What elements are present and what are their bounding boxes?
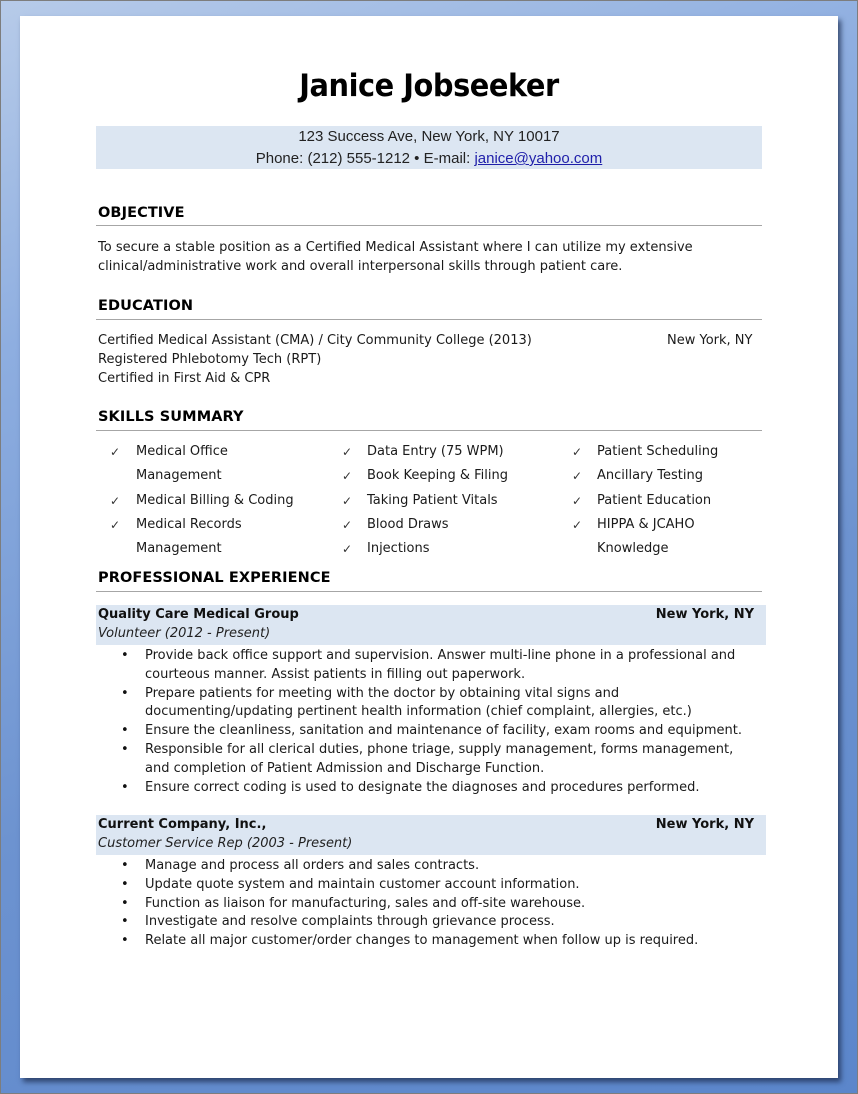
section-title-skills: SKILLS SUMMARY	[98, 409, 244, 425]
job-location: New York, NY	[655, 607, 754, 622]
job-duty: Ensure correct coding is used to designa…	[145, 779, 700, 795]
job-company: Current Company, Inc.,	[98, 817, 267, 832]
bullet-icon: •	[121, 742, 129, 757]
job-header: Quality Care Medical Group New York, NY …	[96, 605, 766, 645]
skill-item: Medical Records	[136, 516, 242, 532]
objective-line: clinical/administrative work and overall…	[98, 259, 623, 274]
job-company: Quality Care Medical Group	[98, 607, 299, 622]
check-icon: ✓	[342, 517, 353, 532]
objective-line: To secure a stable position as a Certifi…	[98, 240, 693, 255]
check-icon: ✓	[342, 542, 353, 557]
skill-item: Taking Patient Vitals	[367, 492, 498, 508]
skill-item: Book Keeping & Filing	[367, 468, 508, 484]
job-duty: Ensure the cleanliness, sanitation and m…	[145, 723, 743, 739]
job-duty: Responsible for all clerical duties, pho…	[145, 742, 734, 757]
education-location: New York, NY	[667, 333, 753, 348]
section-title-objective: OBJECTIVE	[98, 205, 185, 221]
skill-item: Patient Scheduling	[597, 444, 719, 459]
job-duty: Relate all major customer/order changes …	[145, 933, 699, 949]
skill-item: Knowledge	[597, 541, 669, 557]
contact-address: 123 Success Ave, New York, NY 10017	[298, 128, 560, 145]
bullet-icon: •	[121, 858, 129, 873]
bullet-icon: •	[121, 648, 129, 663]
job-duty: courteous manner. Assist patients in fil…	[145, 666, 526, 682]
education-item: Registered Phlebotomy Tech (RPT)	[98, 352, 322, 367]
check-icon: ✓	[572, 517, 583, 532]
job-duty: Prepare patients for meeting with the do…	[145, 685, 620, 701]
check-icon: ✓	[342, 469, 353, 484]
check-icon: ✓	[572, 469, 583, 484]
job-duty: Provide back office support and supervis…	[145, 648, 736, 663]
bullet-icon: •	[121, 895, 129, 911]
job-duty: and completion of Patient Admission and …	[145, 760, 545, 776]
contact-band: 123 Success Ave, New York, NY 10017 Phon…	[96, 126, 762, 169]
check-icon: ✓	[572, 493, 583, 508]
job-header: Current Company, Inc., New York, NY Cust…	[96, 815, 766, 855]
section-divider	[96, 430, 762, 431]
skill-item: Management	[136, 468, 222, 484]
skill-item: Medical Office	[136, 444, 228, 459]
job-duty: Update quote system and maintain custome…	[145, 876, 580, 892]
bullet-icon: •	[121, 933, 129, 949]
skill-item: Blood Draws	[367, 516, 449, 532]
applicant-name: Janice Jobseeker	[299, 68, 559, 104]
job-role: Customer Service Rep (2003 - Present)	[98, 836, 353, 851]
check-icon: ✓	[572, 445, 583, 459]
education-item: Certified Medical Assistant (CMA) / City…	[98, 333, 532, 348]
skill-item: HIPPA & JCAHO	[597, 516, 695, 532]
section-divider	[96, 319, 762, 320]
section-title-education: EDUCATION	[98, 298, 194, 314]
bullet-icon: •	[121, 779, 129, 795]
bullet-icon: •	[121, 723, 129, 739]
job-duty: Manage and process all orders and sales …	[145, 858, 480, 873]
education-item: Certified in First Aid & CPR	[98, 371, 271, 386]
skill-item: Medical Billing & Coding	[136, 492, 294, 508]
bullet-icon: •	[121, 914, 129, 930]
skill-item: Patient Education	[597, 492, 712, 508]
skill-item: Injections	[367, 541, 430, 557]
bullet-icon: •	[121, 876, 129, 892]
document-page: Janice Jobseeker 123 Success Ave, New Yo…	[20, 16, 838, 1078]
skill-item: Data Entry (75 WPM)	[367, 444, 504, 459]
job-duty: Investigate and resolve complaints throu…	[145, 914, 555, 930]
job-duty: documenting/updating pertinent health in…	[145, 704, 692, 720]
check-icon: ✓	[110, 517, 121, 532]
email-link[interactable]: janice@yahoo.com	[474, 150, 602, 167]
skill-item: Ancillary Testing	[597, 468, 703, 484]
contact-phone: Phone: (212) 555-1212 • E-mail:	[255, 150, 475, 167]
check-icon: ✓	[110, 445, 121, 459]
check-icon: ✓	[110, 493, 121, 508]
check-icon: ✓	[342, 445, 353, 459]
section-divider	[96, 225, 762, 226]
check-icon: ✓	[342, 493, 353, 508]
skill-item: Management	[136, 541, 222, 557]
job-location: New York, NY	[655, 817, 754, 832]
section-divider	[96, 591, 762, 592]
section-title-experience: PROFESSIONAL EXPERIENCE	[98, 570, 331, 586]
job-role: Volunteer (2012 - Present)	[98, 626, 271, 641]
contact-phone-email: Phone: (212) 555-1212 • E-mail: janice@y…	[96, 150, 762, 167]
job-duty: Function as liaison for manufacturing, s…	[145, 895, 586, 911]
bullet-icon: •	[121, 685, 129, 701]
